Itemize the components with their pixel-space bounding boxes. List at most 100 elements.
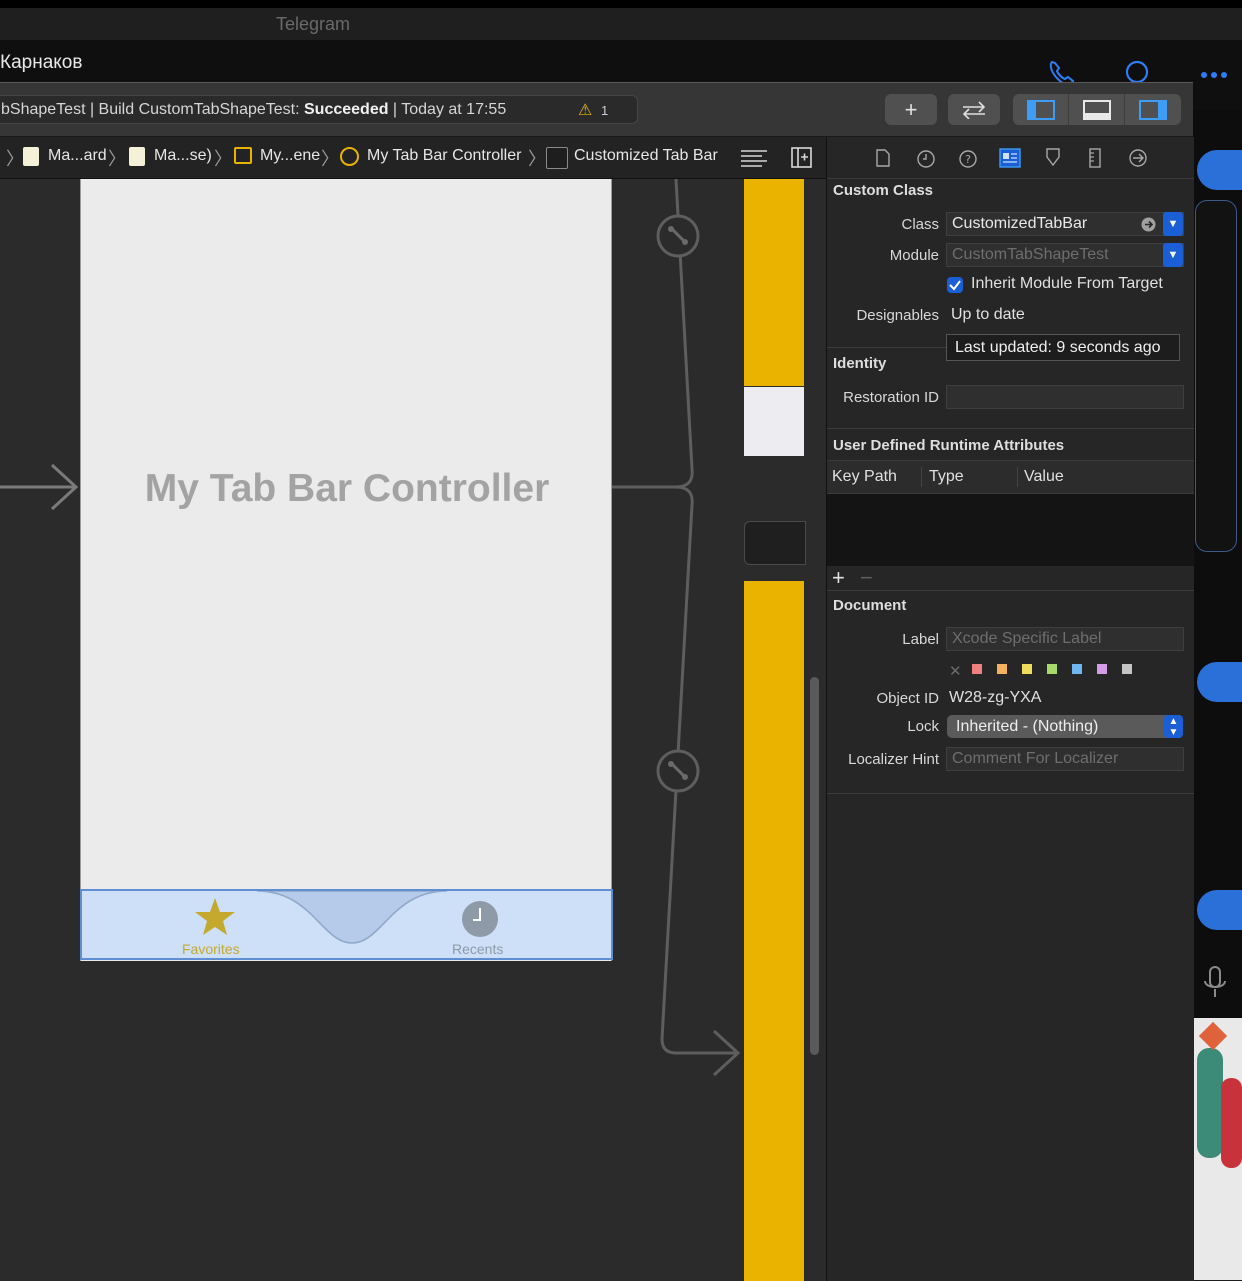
storyboard-file-icon [23, 147, 39, 166]
restoration-id-field[interactable] [946, 385, 1184, 409]
localizer-hint-label: Localizer Hint [848, 751, 939, 768]
inherit-module-label: Inherit Module From Target [971, 275, 1163, 292]
breadcrumb-storyboard[interactable]: Ma...ard [48, 147, 107, 165]
identity-inspector: ? Custom Class Class CustomizedTabBar ▼ … [826, 137, 1194, 1281]
chevron-right-icon: 〉 [214, 149, 232, 169]
document-label-field[interactable]: Xcode Specific Label [946, 627, 1184, 651]
scene-dock[interactable] [744, 521, 806, 565]
designables-label: Designables [856, 307, 939, 324]
toggle-navigator-button[interactable] [1013, 94, 1069, 125]
file-inspector-icon[interactable] [876, 149, 890, 167]
breadcrumb-controller[interactable]: My Tab Bar Controller [367, 147, 521, 165]
tab-bar-curve-shape [256, 891, 448, 944]
chevron-down-icon[interactable]: ▼ [1163, 243, 1183, 267]
telegram-chat-area [1193, 110, 1242, 1280]
inspector-tab-bar: ? [827, 137, 1194, 179]
library-button[interactable]: + [885, 94, 937, 125]
storyboard-canvas[interactable]: My Tab Bar Controller Favorites Recents [0, 179, 826, 1281]
class-field[interactable]: CustomizedTabBar ▼ [946, 212, 1184, 236]
label-color-swatch[interactable] [1072, 664, 1082, 674]
plus-icon: + [904, 96, 918, 122]
chevron-down-icon[interactable]: ▼ [1163, 212, 1183, 236]
scene-icon [234, 147, 252, 164]
activity-status[interactable]: bShapeTest | Build CustomTabShapeTest: S… [0, 95, 638, 124]
build-status-text: bShapeTest | Build CustomTabShapeTest: S… [1, 101, 507, 118]
module-field[interactable]: CustomTabShapeTest ▼ [946, 243, 1184, 267]
lock-label: Lock [907, 718, 939, 735]
microphone-icon[interactable] [1201, 965, 1229, 1001]
designables-value: Up to date [951, 306, 1025, 323]
sticker-image [1193, 1018, 1242, 1280]
contact-name: Карнаков [0, 52, 83, 73]
more-icon[interactable] [1200, 70, 1230, 80]
tab-bar-controller-icon [340, 147, 359, 166]
clear-color-icon[interactable]: ✕ [949, 662, 962, 680]
tab-item-favorites[interactable]: Favorites [182, 891, 252, 958]
star-icon [195, 898, 235, 935]
breadcrumb-tab-bar[interactable]: Customized Tab Bar [574, 147, 718, 165]
telegram-titlebar: Telegram [0, 0, 1242, 40]
section-divider [827, 793, 1194, 794]
code-attachment [1195, 200, 1237, 552]
child-scene-view[interactable] [744, 387, 804, 456]
lock-popup[interactable]: Inherited - (Nothing) ▲ ▼ [947, 715, 1183, 738]
chat-bubble [1197, 150, 1242, 190]
label-color-swatch[interactable] [1047, 664, 1057, 674]
breadcrumb-base[interactable]: Ma...se) [154, 147, 212, 165]
tab-item-recents[interactable]: Recents [451, 891, 521, 958]
localizer-hint-placeholder: Comment For Localizer [952, 750, 1119, 767]
tab-label-recents: Recents [452, 941, 504, 957]
object-id-label: Object ID [876, 690, 939, 707]
lock-popup-value: Inherited - (Nothing) [956, 718, 1099, 735]
object-id-value: W28-zg-YXA [949, 689, 1042, 706]
column-value[interactable]: Value [1024, 468, 1064, 486]
chevron-right-icon: 〉 [528, 149, 546, 169]
chevron-right-icon: 〉 [321, 149, 339, 169]
document-items-icon[interactable] [740, 149, 768, 167]
storyboard-file-icon [129, 147, 145, 166]
label-color-swatch[interactable] [997, 664, 1007, 674]
up-down-chevron-icon[interactable]: ▲ ▼ [1164, 715, 1183, 738]
designables-tooltip: Last updated: 9 seconds ago [946, 334, 1180, 361]
label-color-swatch[interactable] [972, 664, 982, 674]
toggle-debug-area-button[interactable] [1069, 94, 1125, 125]
runtime-attributes-table[interactable] [827, 494, 1194, 566]
scene-title: My Tab Bar Controller [144, 467, 550, 510]
clock-icon [462, 901, 498, 937]
connections-inspector-icon[interactable] [1128, 148, 1148, 168]
identity-inspector-icon[interactable] [999, 148, 1021, 168]
column-key-path[interactable]: Key Path [832, 468, 897, 486]
warning-icon[interactable]: ⚠ [578, 100, 592, 120]
label-color-swatch[interactable] [1122, 664, 1132, 674]
tab-bar-icon [546, 147, 568, 169]
add-editor-icon[interactable] [791, 147, 813, 169]
label-color-swatch[interactable] [1097, 664, 1107, 674]
column-type[interactable]: Type [929, 468, 964, 486]
tab-bar-controller-scene[interactable]: My Tab Bar Controller [80, 179, 612, 961]
custom-class-section-title: Custom Class [833, 182, 934, 199]
module-label: Module [889, 247, 939, 264]
localizer-hint-field[interactable]: Comment For Localizer [946, 747, 1184, 771]
inherit-module-checkbox[interactable] [947, 277, 963, 293]
customized-tab-bar[interactable]: Favorites Recents [80, 889, 613, 960]
swap-arrows-icon [962, 100, 986, 119]
warning-count[interactable]: 1 [601, 103, 608, 118]
history-inspector-icon[interactable] [916, 149, 936, 169]
child-scene-view[interactable] [744, 179, 804, 386]
size-inspector-icon[interactable] [1089, 148, 1101, 168]
module-field-placeholder: CustomTabShapeTest [952, 246, 1109, 263]
remove-attribute-button[interactable]: − [860, 565, 873, 591]
child-scene-view[interactable] [744, 581, 804, 1281]
attributes-inspector-icon[interactable] [1043, 148, 1063, 168]
navigate-arrow-icon[interactable] [1141, 217, 1156, 232]
xcode-window: bShapeTest | Build CustomTabShapeTest: S… [0, 82, 1194, 1281]
label-color-swatch[interactable] [1022, 664, 1032, 674]
code-review-button[interactable] [948, 94, 1000, 125]
svg-text:?: ? [965, 153, 971, 166]
vertical-scrollbar[interactable] [810, 677, 819, 1055]
help-inspector-icon[interactable]: ? [958, 149, 978, 169]
toggle-inspector-button[interactable] [1125, 94, 1181, 125]
add-attribute-button[interactable]: + [832, 565, 845, 591]
chat-bubble [1197, 662, 1242, 702]
breadcrumb-scene[interactable]: My...ene [260, 147, 320, 165]
